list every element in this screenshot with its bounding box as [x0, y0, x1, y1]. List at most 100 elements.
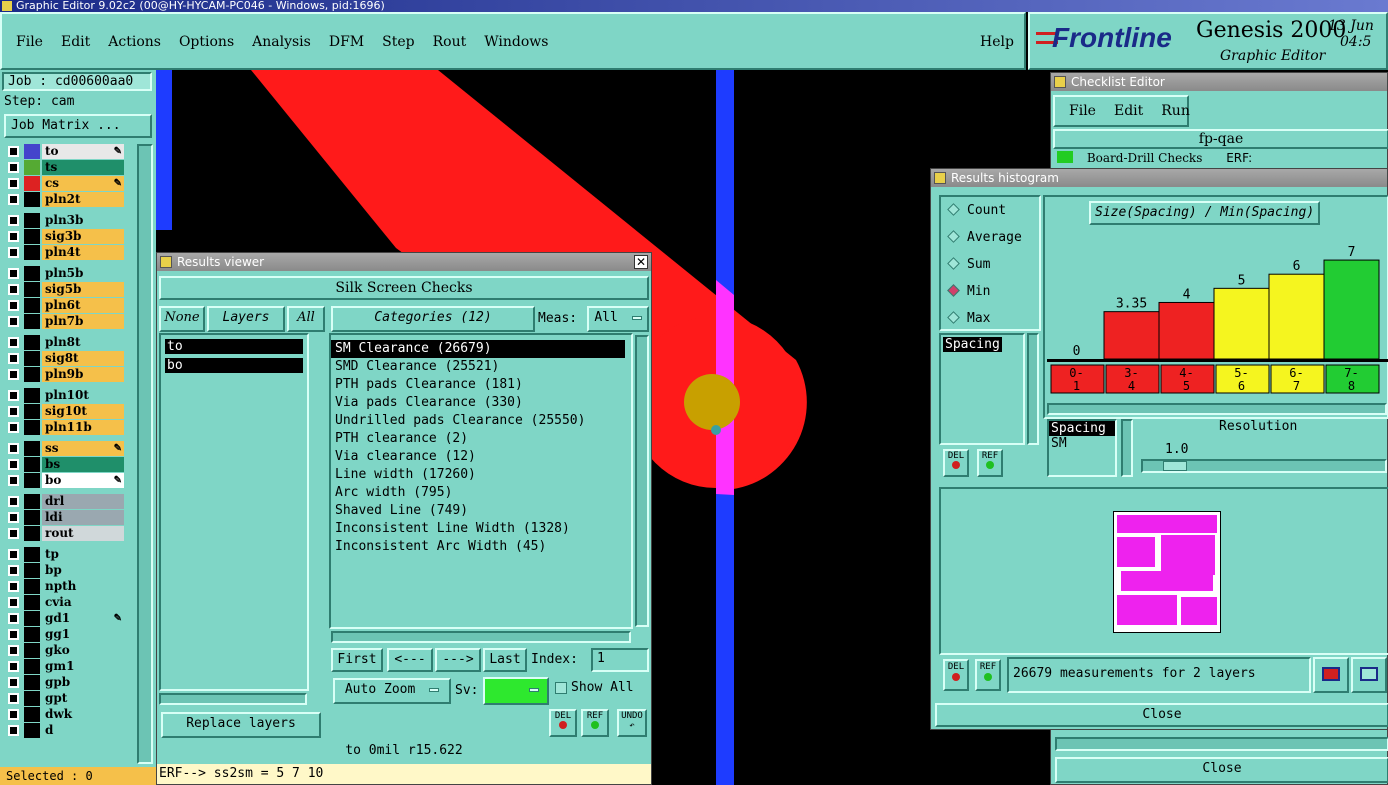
- layer-checkbox[interactable]: [8, 146, 19, 157]
- category-item[interactable]: PTH clearance (2): [331, 430, 631, 448]
- layer-row-pln8t[interactable]: pln8t: [4, 335, 124, 350]
- menu-analysis[interactable]: Analysis: [252, 34, 311, 50]
- layer-name[interactable]: cs ✎: [42, 176, 124, 191]
- layer-name[interactable]: sig8t: [42, 351, 124, 366]
- layer-row-to[interactable]: to ✎: [4, 144, 124, 159]
- checklist-hscrollbar[interactable]: [1055, 737, 1388, 751]
- menu-windows[interactable]: Windows: [484, 34, 548, 50]
- layer-name[interactable]: pln2t: [42, 192, 124, 207]
- layer-row-pln6t[interactable]: pln6t: [4, 298, 124, 313]
- layer-row-d[interactable]: d: [4, 723, 124, 738]
- layer-row-gko[interactable]: gko: [4, 643, 124, 658]
- layer-color-swatch[interactable]: [24, 245, 40, 260]
- layer-name[interactable]: sig5b: [42, 282, 124, 297]
- result-layer-item[interactable]: bo: [165, 358, 303, 373]
- zoom-out-icon[interactable]: [1351, 657, 1387, 693]
- layer-color-swatch[interactable]: [24, 473, 40, 488]
- layer-checkbox[interactable]: [8, 422, 19, 433]
- histogram-list[interactable]: Spacing: [939, 333, 1025, 445]
- layer-color-swatch[interactable]: [24, 160, 40, 175]
- layer-color-swatch[interactable]: [24, 420, 40, 435]
- layer-color-swatch[interactable]: [24, 611, 40, 626]
- layer-checkbox[interactable]: [8, 390, 19, 401]
- category-item[interactable]: SM Clearance (26679): [331, 340, 625, 358]
- layer-row-gm1[interactable]: gm1: [4, 659, 124, 674]
- category-item[interactable]: Inconsistent Arc Width (45): [331, 538, 631, 556]
- checklist-menu-edit[interactable]: Edit: [1114, 103, 1143, 119]
- layer-color-swatch[interactable]: [24, 176, 40, 191]
- resolution-slider[interactable]: [1141, 459, 1387, 473]
- histogram-list-scrollbar[interactable]: [1027, 333, 1039, 445]
- layer-name[interactable]: cvia: [42, 595, 124, 610]
- layer-checkbox[interactable]: [8, 178, 19, 189]
- layer-row-pln2t[interactable]: pln2t: [4, 192, 124, 207]
- layer-name[interactable]: sig3b: [42, 229, 124, 244]
- option-count[interactable]: Count: [947, 203, 1006, 218]
- chart-hscrollbar[interactable]: [1047, 403, 1387, 415]
- layer-color-swatch[interactable]: [24, 563, 40, 578]
- layer-color-swatch[interactable]: [24, 579, 40, 594]
- layer-name[interactable]: pln5b: [42, 266, 124, 281]
- layer-name[interactable]: ldi: [42, 510, 124, 525]
- layer-row-ldi[interactable]: ldi: [4, 510, 124, 525]
- layer-row-drl[interactable]: drl: [4, 494, 124, 509]
- layer-name[interactable]: sig10t: [42, 404, 124, 419]
- layers-button[interactable]: Layers: [207, 306, 285, 332]
- layer-color-swatch[interactable]: [24, 298, 40, 313]
- layer-color-swatch[interactable]: [24, 707, 40, 722]
- last-button[interactable]: Last: [483, 648, 527, 672]
- layer-color-swatch[interactable]: [24, 282, 40, 297]
- category-item[interactable]: Shaved Line (749): [331, 502, 631, 520]
- layer-color-swatch[interactable]: [24, 659, 40, 674]
- hist-del-button[interactable]: DEL: [943, 449, 969, 477]
- layer-name[interactable]: pln3b: [42, 213, 124, 228]
- layer-color-swatch[interactable]: [24, 192, 40, 207]
- layer-color-swatch[interactable]: [24, 723, 40, 738]
- layer-checkbox[interactable]: [8, 549, 19, 560]
- layer-row-pln10t[interactable]: pln10t: [4, 388, 124, 403]
- layer-color-swatch[interactable]: [24, 388, 40, 403]
- layer-name[interactable]: ss ✎: [42, 441, 124, 456]
- layer-name[interactable]: pln8t: [42, 335, 124, 350]
- none-button[interactable]: None: [159, 306, 205, 332]
- histogram-close-button[interactable]: Close: [935, 703, 1388, 727]
- layer-color-swatch[interactable]: [24, 547, 40, 562]
- layer-name[interactable]: npth: [42, 579, 124, 594]
- layer-name[interactable]: bp: [42, 563, 124, 578]
- layer-name[interactable]: bs: [42, 457, 124, 472]
- category-item[interactable]: PTH pads Clearance (181): [331, 376, 631, 394]
- category-item[interactable]: Via clearance (12): [331, 448, 631, 466]
- lower-list-scrollbar[interactable]: [1121, 419, 1133, 477]
- layer-row-pln7b[interactable]: pln7b: [4, 314, 124, 329]
- layer-row-gd1[interactable]: gd1 ✎: [4, 611, 124, 626]
- layer-checkbox[interactable]: [8, 645, 19, 656]
- menu-file[interactable]: File: [16, 34, 43, 50]
- layer-name[interactable]: pln6t: [42, 298, 124, 313]
- layer-hscrollbar[interactable]: [159, 693, 307, 705]
- layer-row-pln4t[interactable]: pln4t: [4, 245, 124, 260]
- layer-color-swatch[interactable]: [24, 266, 40, 281]
- layer-checkbox[interactable]: [8, 247, 19, 258]
- checklist-row[interactable]: Board-Drill Checks ERF:: [1057, 151, 1387, 165]
- lower-list-item[interactable]: Spacing: [1049, 421, 1115, 436]
- layer-name[interactable]: dwk: [42, 707, 124, 722]
- layer-row-pln3b[interactable]: pln3b: [4, 213, 124, 228]
- category-item[interactable]: Arc width (795): [331, 484, 631, 502]
- layer-color-swatch[interactable]: [24, 335, 40, 350]
- layer-color-swatch[interactable]: [24, 404, 40, 419]
- layer-checkbox[interactable]: [8, 496, 19, 507]
- window-menu-icon[interactable]: [934, 172, 946, 184]
- layer-name[interactable]: bo ✎: [42, 473, 124, 488]
- layer-name[interactable]: tp: [42, 547, 124, 562]
- layer-row-sig5b[interactable]: sig5b: [4, 282, 124, 297]
- layer-name[interactable]: drl: [42, 494, 124, 509]
- layer-row-pln11b[interactable]: pln11b: [4, 420, 124, 435]
- layer-checkbox[interactable]: [8, 613, 19, 624]
- layer-color-swatch[interactable]: [24, 526, 40, 541]
- layer-checkbox[interactable]: [8, 512, 19, 523]
- categories-vscrollbar[interactable]: [635, 335, 649, 627]
- layer-checkbox[interactable]: [8, 475, 19, 486]
- category-item[interactable]: Via pads Clearance (330): [331, 394, 631, 412]
- layer-name[interactable]: gg1: [42, 627, 124, 642]
- categories-hscrollbar[interactable]: [331, 631, 631, 643]
